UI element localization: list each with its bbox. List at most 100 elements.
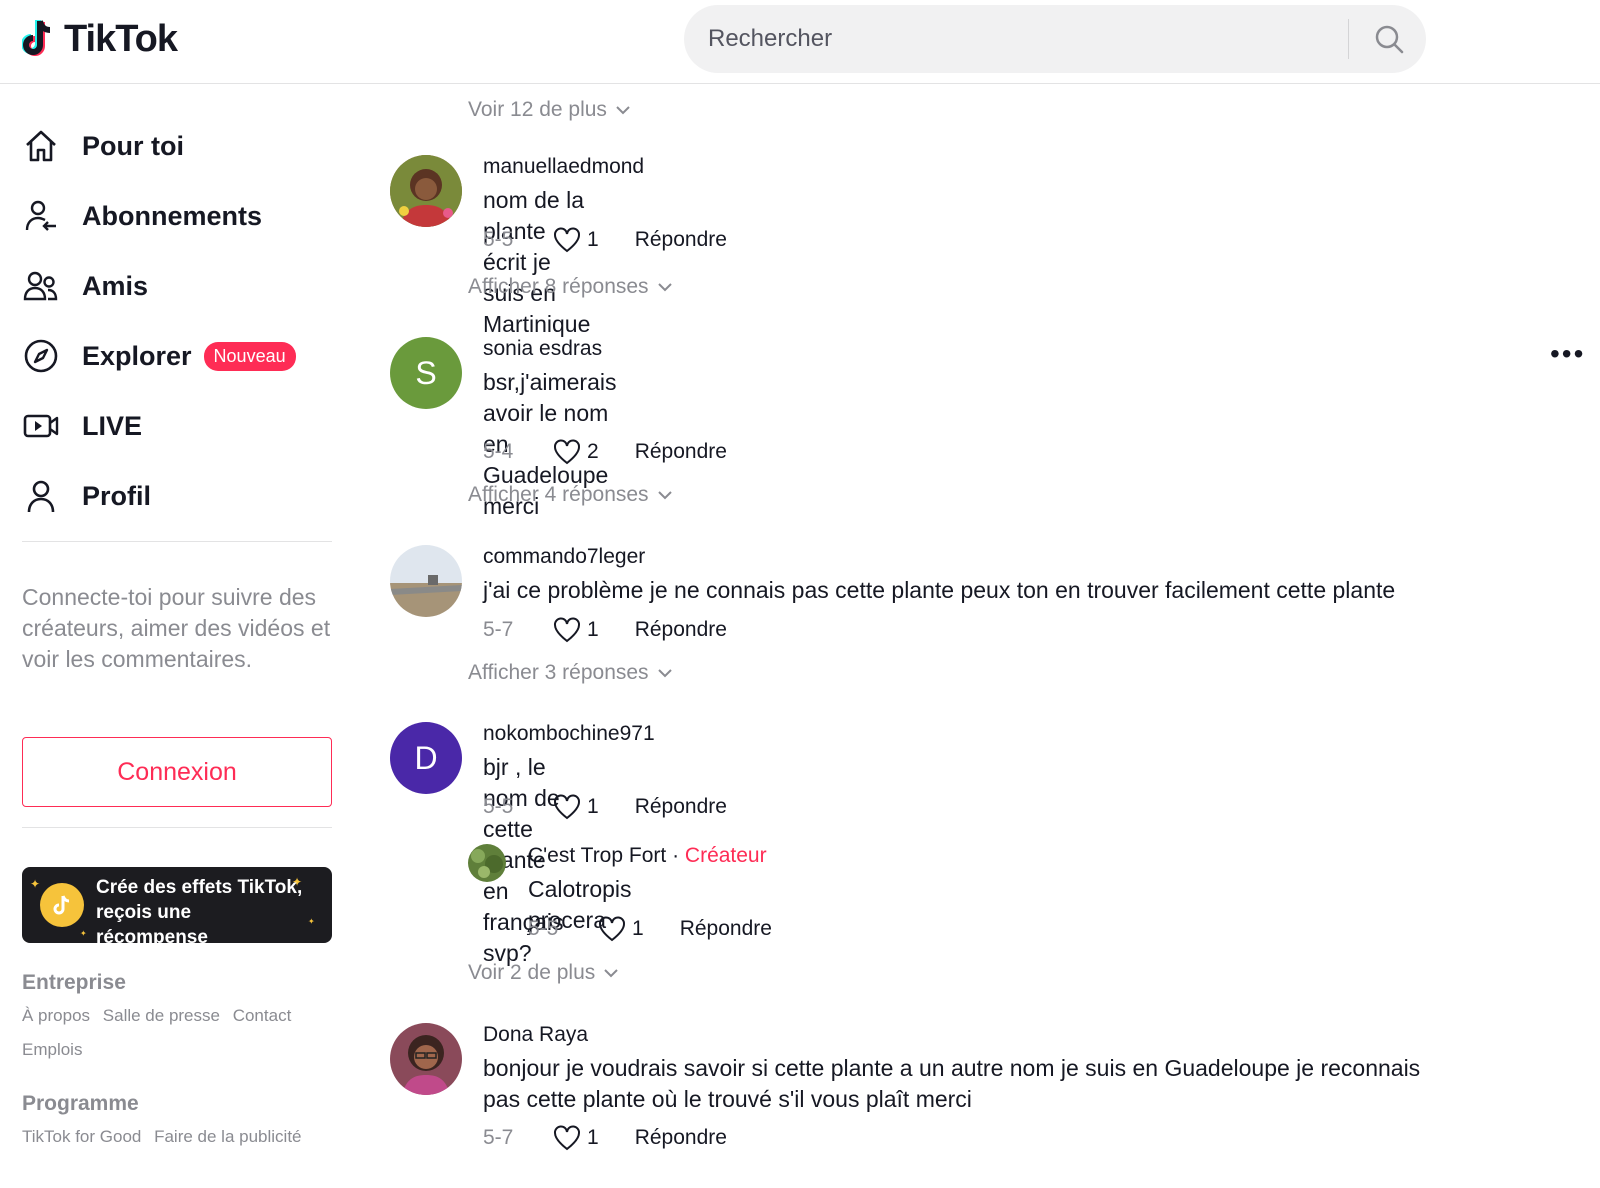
see-more-replies[interactable]: Voir 2 de plus xyxy=(468,961,619,985)
like-button[interactable]: 2 xyxy=(553,439,599,465)
nav-item-explorer[interactable]: Explorer Nouveau xyxy=(22,328,296,384)
like-button[interactable]: 1 xyxy=(553,794,599,820)
avatar[interactable] xyxy=(390,1023,462,1095)
tiktok-coin-icon xyxy=(40,883,84,927)
comment-username[interactable]: manuellaedmond xyxy=(483,155,644,179)
footer-program-title: Programme xyxy=(22,1092,139,1115)
like-button[interactable]: 1 xyxy=(553,617,599,643)
footer-link-careers[interactable]: Emplois xyxy=(22,1040,82,1059)
tiktok-logo[interactable]: TikTok xyxy=(22,14,178,64)
sparkle-icon: ✦ xyxy=(30,877,41,891)
reply-button[interactable]: Répondre xyxy=(635,795,727,819)
comment-meta: 5-4 2 Répondre xyxy=(483,439,727,465)
reply-button[interactable]: Répondre xyxy=(680,917,772,941)
top-header: TikTok xyxy=(0,0,1600,84)
like-count: 1 xyxy=(632,917,644,940)
reply-button[interactable]: Répondre xyxy=(635,440,727,464)
avatar[interactable] xyxy=(390,545,462,617)
comment-username[interactable]: commando7leger xyxy=(483,545,645,569)
comment-username[interactable]: Dona Raya xyxy=(483,1023,588,1047)
footer-link-tiktok-for-good[interactable]: TikTok for Good xyxy=(22,1127,141,1146)
nav-item-amis[interactable]: Amis xyxy=(22,258,148,314)
footer-link-about[interactable]: À propos xyxy=(22,1006,90,1025)
profile-icon xyxy=(22,475,64,517)
avatar[interactable]: D xyxy=(390,722,462,794)
reply-button[interactable]: Répondre xyxy=(635,1126,727,1150)
nav-label: LIVE xyxy=(82,410,143,441)
see-more-label: Voir 12 de plus xyxy=(468,98,607,121)
search-bar xyxy=(684,5,1426,73)
nav-item-pour-toi[interactable]: Pour toi xyxy=(22,118,184,174)
comment-text-line: bsr,j'aimerais avoir le nom en Guadeloup… xyxy=(483,369,617,488)
heart-icon xyxy=(554,617,580,643)
see-more-label: Voir 2 de plus xyxy=(468,961,596,984)
footer-company-title: Entreprise xyxy=(22,971,126,994)
chevron-down-icon xyxy=(657,669,672,678)
like-button[interactable]: 1 xyxy=(553,1125,599,1151)
effects-banner[interactable]: ✦ ✦ ✦ ✦ Crée des effets TikTok, reçois u… xyxy=(22,867,332,943)
comment-text: j'ai ce problème je ne connais pas cette… xyxy=(483,577,1396,603)
like-button[interactable]: 1 xyxy=(553,227,599,253)
reply-username[interactable]: C'est Trop Fort · Créateur xyxy=(528,844,767,868)
heart-icon xyxy=(554,227,580,253)
like-button[interactable]: 1 xyxy=(598,916,644,942)
show-replies-link[interactable]: Afficher 4 réponses xyxy=(468,483,673,507)
comment-text-line: pas cette plante où le trouvé s'il vous … xyxy=(483,1086,972,1112)
separator: · xyxy=(672,844,680,867)
search-icon xyxy=(1375,25,1404,54)
login-button[interactable]: Connexion xyxy=(22,737,332,807)
comment-date: 5-5 xyxy=(483,795,514,818)
like-count: 1 xyxy=(587,618,599,641)
search-divider xyxy=(1348,19,1349,59)
avatar[interactable] xyxy=(390,155,462,227)
chevron-down-icon xyxy=(657,283,672,292)
like-count: 1 xyxy=(587,228,599,251)
nav-item-profil[interactable]: Profil xyxy=(22,468,151,524)
comment-date: 5-5 xyxy=(483,228,514,251)
show-replies-label: Afficher 4 réponses xyxy=(468,483,649,506)
following-icon xyxy=(22,195,64,237)
reply-button[interactable]: Répondre xyxy=(635,618,727,642)
avatar[interactable] xyxy=(468,844,506,882)
comment-text: bonjour je voudrais savoir si cette plan… xyxy=(483,1053,1420,1115)
nav-item-live[interactable]: LIVE xyxy=(22,398,142,454)
avatar[interactable]: S xyxy=(390,337,462,409)
footer-link-advertise[interactable]: Faire de la publicité xyxy=(154,1127,301,1146)
comment-meta: 5-7 1 Répondre xyxy=(483,617,727,643)
comment-text-line: bonjour je voudrais savoir si cette plan… xyxy=(483,1055,1421,1081)
more-options-icon[interactable]: ••• xyxy=(1550,338,1585,370)
sparkle-icon: ✦ xyxy=(80,929,87,938)
live-icon xyxy=(22,405,64,447)
reply-date: 5-5 xyxy=(528,917,559,940)
tiktok-note-icon xyxy=(22,20,51,56)
comment-date: 5-4 xyxy=(483,440,514,463)
sidebar-divider xyxy=(22,827,332,828)
search-button[interactable] xyxy=(1364,15,1414,63)
nav-label: Amis xyxy=(82,270,149,301)
like-count: 1 xyxy=(587,1126,599,1149)
chevron-down-icon xyxy=(604,969,618,978)
show-replies-link[interactable]: Afficher 3 réponses xyxy=(468,661,673,685)
reply-button[interactable]: Répondre xyxy=(635,228,727,252)
heart-icon xyxy=(554,1125,580,1151)
show-replies-link[interactable]: Afficher 8 réponses xyxy=(468,275,673,299)
nav-item-abonnements[interactable]: Abonnements xyxy=(22,188,262,244)
comments-panel: Voir 12 de plus manuellaedmond nom de la… xyxy=(340,85,1600,1188)
sidebar-divider xyxy=(22,541,332,542)
see-more-comments[interactable]: Voir 12 de plus xyxy=(468,98,631,122)
search-input[interactable] xyxy=(708,5,1328,73)
logo-text: TikTok xyxy=(64,17,178,60)
reply-author: C'est Trop Fort xyxy=(528,844,667,867)
footer-link-newsroom[interactable]: Salle de presse xyxy=(103,1006,220,1025)
comment-username[interactable]: sonia esdras xyxy=(483,337,602,361)
sidebar: Pour toi Abonnements Amis Explorer Nouve… xyxy=(0,85,340,1188)
footer-program-links: TikTok for Good Faire de la publicité xyxy=(22,1120,340,1154)
nav-label: Abonnements xyxy=(82,200,263,231)
like-count: 1 xyxy=(587,795,599,818)
footer-link-contact[interactable]: Contact xyxy=(233,1006,292,1025)
chevron-down-icon xyxy=(657,491,672,500)
comment-username[interactable]: nokombochine971 xyxy=(483,722,655,746)
heart-icon xyxy=(554,794,580,820)
friends-icon xyxy=(22,265,64,307)
comment-meta: 5-5 1 Répondre xyxy=(483,794,727,820)
